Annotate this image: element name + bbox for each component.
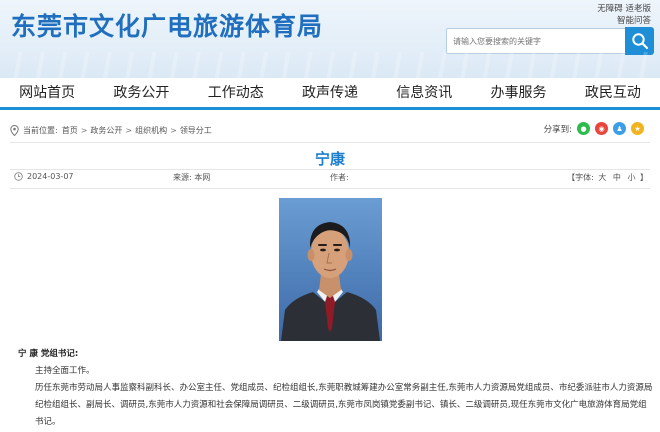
article-heading: 宁 康 党组书记: (18, 349, 79, 359)
font-size-medium[interactable]: 中 (613, 173, 621, 182)
nav-item-interaction[interactable]: 政民互动 (566, 78, 660, 107)
search-box (446, 28, 626, 54)
article-title: 宁康 (314, 150, 345, 168)
nav-item-services[interactable]: 办事服务 (471, 78, 565, 107)
top-links: 无障碍 适老版 智能问答 (597, 3, 651, 27)
qq-icon[interactable]: ♟ (613, 122, 626, 135)
wechat-icon[interactable]: ● (577, 122, 590, 135)
nav-item-info[interactable]: 信息资讯 (377, 78, 471, 107)
source-value: 本网 (194, 173, 211, 182)
divider (10, 188, 650, 189)
search-button[interactable] (625, 27, 654, 55)
breadcrumb-prefix: 当前位置: (23, 125, 58, 135)
smart-qa-link[interactable]: 智能问答 (597, 15, 651, 27)
breadcrumb-home[interactable]: 首页 (62, 125, 78, 136)
portrait-photo (279, 198, 382, 341)
accessibility-link[interactable]: 无障碍 适老版 (597, 3, 651, 15)
location-pin-icon (10, 124, 19, 136)
nav-item-home[interactable]: 网站首页 (0, 78, 94, 107)
breadcrumb-separator: > (170, 125, 177, 135)
share-bar: 分享到: ● ◉ ♟ ★ (544, 122, 644, 135)
article-paragraph: 历任东莞市劳动局人事监察科副科长、办公室主任、党组成员、纪检组组长,东莞职教城筹… (35, 383, 653, 427)
nav-item-work-news[interactable]: 工作动态 (189, 78, 283, 107)
nav-item-gov-affairs[interactable]: 政务公开 (94, 78, 188, 107)
breadcrumb-gov-affairs[interactable]: 政务公开 (90, 125, 122, 136)
search-input[interactable] (447, 29, 625, 54)
font-size-label: 【字体: (567, 173, 594, 182)
site-header: 东莞市文化广电旅游体育局 无障碍 适老版 智能问答 (0, 0, 660, 78)
breadcrumb-separator: > (80, 125, 88, 135)
article-body: 宁 康 党组书记: 主持全面工作。 历任东莞市劳动局人事监察科副科长、办公室主任… (18, 346, 654, 431)
nav-item-policy-voice[interactable]: 政声传递 (283, 78, 377, 107)
divider (10, 169, 650, 170)
divider (10, 142, 650, 143)
article-meta: 2024-03-07 来源: 本网 作者: 【字体: 大 中 小 】 (10, 172, 650, 186)
author-label: 作者: (330, 173, 349, 182)
author: 作者: (330, 172, 349, 183)
font-size-close: 】 (640, 173, 648, 182)
font-size-large[interactable]: 大 (598, 173, 606, 182)
site-title[interactable]: 东莞市文化广电旅游体育局 (11, 7, 323, 43)
search-icon (631, 33, 648, 50)
font-size-switcher: 【字体: 大 中 小 】 (567, 172, 648, 183)
breadcrumb-leadership[interactable]: 领导分工 (180, 125, 212, 136)
clock-icon (14, 172, 23, 181)
main-nav: 网站首页 政务公开 工作动态 政声传递 信息资讯 办事服务 政民互动 (0, 78, 660, 110)
weibo-icon[interactable]: ◉ (595, 122, 608, 135)
date-value: 2024-03-07 (27, 172, 74, 181)
breadcrumb-separator: > (125, 125, 133, 135)
portrait-image (279, 198, 382, 341)
share-label: 分享到: (543, 124, 572, 135)
source-label: 来源: (173, 173, 192, 182)
breadcrumb-organization[interactable]: 组织机构 (135, 125, 167, 136)
source: 来源: 本网 (173, 172, 210, 183)
qzone-icon[interactable]: ★ (631, 122, 644, 135)
publish-date: 2024-03-07 (14, 172, 74, 181)
article-paragraph: 主持全面工作。 (35, 366, 95, 376)
font-size-small[interactable]: 小 (627, 173, 635, 182)
